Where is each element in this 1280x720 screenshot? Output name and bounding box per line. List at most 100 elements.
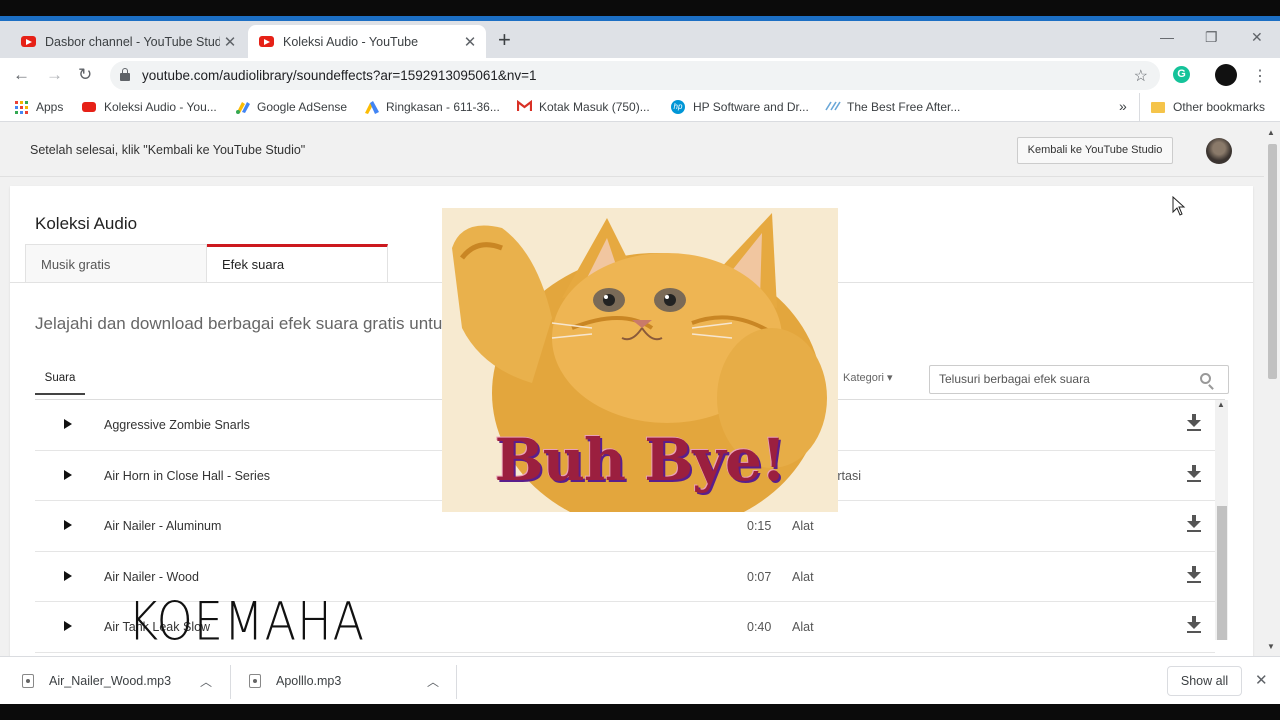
koemaha-watermark: KOEMAHA: [128, 590, 366, 653]
gmail-icon: [516, 99, 533, 114]
search-input[interactable]: [939, 372, 1189, 386]
hp-icon: hp: [671, 100, 685, 114]
browser-menu-icon[interactable]: ⋮: [1252, 66, 1268, 86]
restore-button[interactable]: ❐: [1205, 29, 1218, 46]
back-button[interactable]: ←: [13, 65, 30, 85]
back-to-studio-button[interactable]: Kembali ke YouTube Studio: [1017, 137, 1173, 164]
bookmarks-overflow-icon[interactable]: »: [1119, 98, 1127, 114]
play-icon[interactable]: [64, 419, 72, 429]
sound-duration: 0:15: [747, 519, 772, 533]
bookmark-koleksi-audio[interactable]: Koleksi Audio - You...: [82, 100, 217, 114]
forward-button[interactable]: →: [46, 65, 63, 85]
download-icon[interactable]: [1187, 515, 1201, 533]
window-close-button[interactable]: ✕: [1251, 29, 1263, 46]
youtube-icon: [21, 36, 36, 47]
play-icon[interactable]: [64, 570, 72, 581]
studio-return-bar: Setelah selesai, klik "Kembali ke YouTub…: [0, 122, 1264, 177]
page-scrollbar[interactable]: ▲ ▼: [1264, 122, 1280, 656]
bookmark-other-bookmarks[interactable]: Other bookmarks: [1151, 100, 1265, 114]
list-scrollbar[interactable]: ▲: [1215, 400, 1228, 640]
close-icon[interactable]: ✕: [1255, 671, 1268, 689]
sound-category: Alat: [792, 620, 814, 634]
bookmarks-divider: [1139, 93, 1140, 121]
scroll-up-arrow-icon[interactable]: ▲: [1267, 128, 1275, 137]
browser-toolbar: ← → ↻ youtube.com/audiolibrary/soundeffe…: [0, 58, 1280, 93]
download-icon[interactable]: [1187, 414, 1201, 432]
reload-button[interactable]: ↻: [78, 65, 92, 85]
play-icon[interactable]: [64, 469, 72, 480]
tab-koleksi-audio[interactable]: Koleksi Audio - YouTube ✕: [248, 25, 486, 58]
lock-icon: [120, 68, 130, 81]
browser-profile-avatar[interactable]: [1215, 64, 1237, 86]
bookmark-gmail[interactable]: Kotak Masuk (750)...: [516, 99, 650, 114]
page-scrollbar-thumb[interactable]: [1268, 144, 1277, 379]
close-tab-icon[interactable]: ✕: [460, 33, 480, 51]
audio-file-icon: [22, 674, 34, 688]
tab-musik-gratis[interactable]: Musik gratis: [25, 244, 207, 283]
search-icon[interactable]: [1200, 373, 1211, 384]
buh-bye-text: Buh Bye!: [494, 426, 787, 494]
audio-file-icon: [249, 674, 261, 688]
top-letterbox: [0, 0, 1280, 16]
download-item-apolllo[interactable]: Apolllo.mp3 ︿: [249, 657, 439, 705]
download-icon[interactable]: [1187, 464, 1201, 483]
avatar[interactable]: [1206, 138, 1232, 164]
bottom-letterbox: [0, 704, 1280, 720]
address-bar[interactable]: youtube.com/audiolibrary/soundeffects?ar…: [110, 61, 1160, 90]
studio-return-text: Setelah selesai, klik "Kembali ke YouTub…: [30, 143, 306, 157]
page-title: Koleksi Audio: [35, 214, 138, 233]
play-icon[interactable]: [64, 520, 72, 530]
screen: Dasbor channel - YouTube Studio ✕ Koleks…: [0, 0, 1280, 720]
chevron-up-icon[interactable]: ︿: [427, 673, 439, 690]
download-filename: Air_Nailer_Wood.mp3: [49, 674, 172, 688]
bookmark-star-icon[interactable]: ☆: [1134, 66, 1148, 86]
download-icon[interactable]: [1187, 616, 1201, 634]
kategori-dropdown[interactable]: Kategori ▾: [843, 371, 893, 384]
download-divider: [230, 665, 231, 699]
sound-name: Air Nailer - Aluminum: [104, 519, 222, 533]
grammarly-extension-icon[interactable]: G: [1173, 66, 1190, 83]
bookmark-best-free-after[interactable]: The Best Free After...: [825, 100, 960, 114]
scroll-down-arrow-icon[interactable]: ▼: [1267, 642, 1275, 651]
sound-name: Aggressive Zombie Snarls: [104, 418, 250, 432]
download-icon[interactable]: [1187, 565, 1201, 584]
download-item-air-nailer[interactable]: Air_Nailer_Wood.mp3 ︿: [22, 657, 212, 705]
adsense-icon: [235, 100, 250, 114]
after-effects-icon: [825, 100, 841, 114]
tab-efek-suara[interactable]: Efek suara: [207, 244, 388, 283]
folder-icon: [1151, 101, 1165, 113]
new-tab-button[interactable]: +: [498, 27, 511, 53]
show-all-button[interactable]: Show all: [1167, 666, 1242, 696]
bookmark-google-adsense[interactable]: Google AdSense: [235, 100, 347, 114]
tab-suara[interactable]: Suara: [35, 366, 85, 395]
bookmarks-bar: Apps Koleksi Audio - You... Google AdSen…: [0, 93, 1280, 122]
sound-duration: 0:07: [747, 569, 772, 584]
scroll-up-arrow-icon[interactable]: ▲: [1217, 400, 1225, 409]
chevron-up-icon[interactable]: ︿: [200, 673, 212, 690]
youtube-icon: [259, 36, 274, 47]
list-scrollbar-thumb[interactable]: [1217, 506, 1227, 640]
tab-title: Koleksi Audio - YouTube: [283, 34, 419, 49]
tab-title: Dasbor channel - YouTube Studio: [45, 34, 220, 49]
url-text[interactable]: youtube.com/audiolibrary/soundeffects?ar…: [142, 68, 537, 83]
tab-dasbor-channel[interactable]: Dasbor channel - YouTube Studio ✕: [10, 25, 246, 58]
tab-strip: Dasbor channel - YouTube Studio ✕ Koleks…: [0, 21, 1280, 58]
sound-duration: 0:40: [747, 620, 772, 634]
bookmark-ringkasan[interactable]: Ringkasan - 611-36...: [364, 100, 500, 114]
sound-category: Alat: [792, 569, 814, 584]
apps-grid-icon: [15, 100, 28, 114]
bookmark-hp[interactable]: hp HP Software and Dr...: [671, 100, 809, 114]
sound-name: Air Horn in Close Hall - Series: [104, 468, 271, 483]
google-ads-icon: [364, 100, 379, 114]
buh-bye-kitten-overlay: Buh Bye!: [442, 208, 838, 512]
sound-category: Alat: [792, 519, 814, 533]
close-tab-icon[interactable]: ✕: [220, 33, 240, 51]
youtube-icon: [82, 102, 96, 112]
sound-name: Air Nailer - Wood: [104, 569, 199, 584]
downloads-bar: Air_Nailer_Wood.mp3 ︿ Apolllo.mp3 ︿ Show…: [0, 656, 1280, 704]
bookmark-apps[interactable]: Apps: [15, 100, 63, 114]
download-filename: Apolllo.mp3: [276, 674, 342, 688]
minimize-button[interactable]: —: [1160, 29, 1174, 45]
download-divider: [456, 665, 457, 699]
play-icon[interactable]: [64, 621, 72, 631]
